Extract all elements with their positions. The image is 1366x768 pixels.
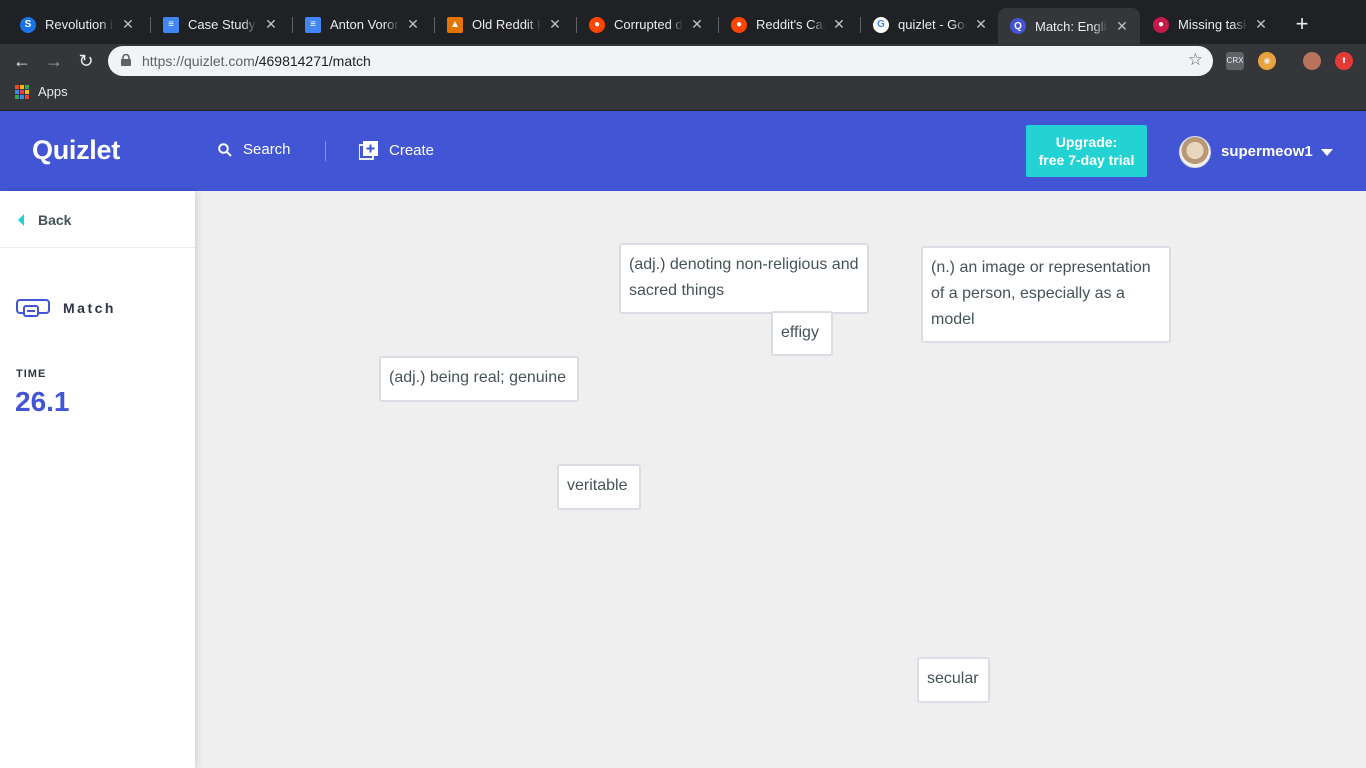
crx-extension-icon[interactable]: CRX — [1226, 52, 1244, 70]
match-tile-definition[interactable]: (adj.) being real; genuine — [379, 356, 579, 402]
avatar[interactable] — [1179, 136, 1211, 168]
docs-icon: ≡ — [163, 16, 179, 33]
site-header: Quizlet Search Create Upgrade: free 7-da… — [0, 111, 1366, 191]
username[interactable]: supermeow1... — [1221, 143, 1313, 160]
close-tab-icon[interactable]: ✕ — [405, 16, 421, 33]
match-tile-definition[interactable]: (adj.) denoting non-religious and sacred… — [619, 243, 869, 314]
apps-bookmark[interactable]: Apps — [38, 84, 68, 99]
close-tab-icon[interactable]: ✕ — [973, 16, 989, 33]
lock-icon — [121, 54, 131, 66]
browser-tab-strip: S Revolution in Tech ✕ ≡ Case Study: Mob… — [0, 0, 1366, 44]
browser-tab[interactable]: ▲ Old Reddit Redirect ✕ — [435, 8, 573, 41]
browser-tab[interactable]: S Revolution in Tech ✕ — [8, 8, 146, 41]
quizlet-icon: Q — [1010, 18, 1026, 34]
browser-toolbar: ← → ↻ https://quizlet.com/469814271/matc… — [0, 44, 1366, 78]
back-arrow-icon — [18, 214, 24, 226]
upgrade-button[interactable]: Upgrade: free 7-day trial — [1026, 125, 1147, 177]
close-tab-icon[interactable]: ✕ — [1253, 16, 1269, 33]
browser-tab[interactable]: ● Corrupted data ✕ — [577, 8, 715, 41]
browser-tab[interactable]: ● Missing taskbar ✕ — [1141, 8, 1279, 41]
match-tile-term[interactable]: veritable — [557, 464, 641, 510]
close-tab-icon[interactable]: ✕ — [547, 16, 563, 33]
s-circle-icon: S — [20, 16, 36, 33]
close-tab-icon[interactable]: ✕ — [120, 16, 136, 33]
close-tab-icon[interactable]: ✕ — [689, 16, 705, 33]
reddit-icon: ● — [589, 16, 605, 33]
bookmarks-bar: Apps — [0, 78, 1366, 111]
match-sidebar: Back Match TIME 26.1 — [0, 191, 195, 768]
divider — [0, 247, 195, 248]
back-button[interactable]: Back — [18, 212, 71, 228]
raspberry-icon: ● — [1153, 16, 1169, 33]
time-label: TIME — [16, 368, 47, 380]
browser-tab[interactable]: ≡ Anton Voronov ✕ — [293, 8, 431, 41]
reddit-icon: ● — [731, 16, 747, 33]
header-divider — [325, 141, 326, 161]
timer-value: 26.1 — [15, 386, 70, 417]
reload-icon[interactable]: ↻ — [74, 49, 98, 73]
extension-icon: ▲ — [447, 16, 463, 33]
match-mode-icon — [16, 299, 50, 317]
google-icon: G — [873, 16, 889, 33]
browser-tab[interactable]: ≡ Case Study: Mobile ✕ — [151, 8, 289, 41]
quizlet-logo[interactable]: Quizlet — [32, 135, 120, 166]
match-tile-term[interactable]: effigy — [771, 311, 833, 356]
bookmark-star-icon[interactable]: ☆ — [1188, 50, 1203, 70]
forward-arrow-icon[interactable]: → — [42, 49, 66, 73]
close-tab-icon[interactable]: ✕ — [831, 16, 847, 33]
search-button[interactable]: Search — [218, 141, 291, 158]
update-extension-icon[interactable]: ⬆ — [1335, 52, 1353, 70]
url-text: https://quizlet.com/469814271/match — [142, 53, 371, 69]
mode-heading: Match — [16, 297, 116, 319]
new-tab-icon[interactable]: + — [1290, 12, 1314, 36]
match-tile-definition[interactable]: (n.) an image or representation of a per… — [921, 246, 1171, 343]
close-tab-icon[interactable]: ✕ — [1114, 18, 1130, 35]
close-tab-icon[interactable]: ✕ — [263, 16, 279, 33]
create-plus-icon — [359, 141, 378, 160]
back-arrow-icon[interactable]: ← — [10, 49, 34, 73]
address-bar[interactable]: https://quizlet.com/469814271/match ☆ — [108, 46, 1213, 76]
browser-tab-active[interactable]: Q Match: English ✕ — [998, 8, 1140, 44]
search-icon — [218, 142, 232, 157]
match-tile-term[interactable]: secular — [917, 657, 990, 703]
docs-icon: ≡ — [305, 16, 321, 33]
apps-grid-icon[interactable] — [15, 85, 29, 99]
browser-tab[interactable]: ● Reddit's Campus ✕ — [719, 8, 857, 41]
create-button[interactable]: Create — [359, 141, 434, 160]
owl-extension-icon[interactable]: ◉ — [1258, 52, 1276, 70]
browser-tab[interactable]: G quizlet - Google Search ✕ — [861, 8, 999, 41]
chevron-down-icon[interactable] — [1321, 149, 1333, 156]
profile-avatar-icon[interactable] — [1303, 52, 1321, 70]
